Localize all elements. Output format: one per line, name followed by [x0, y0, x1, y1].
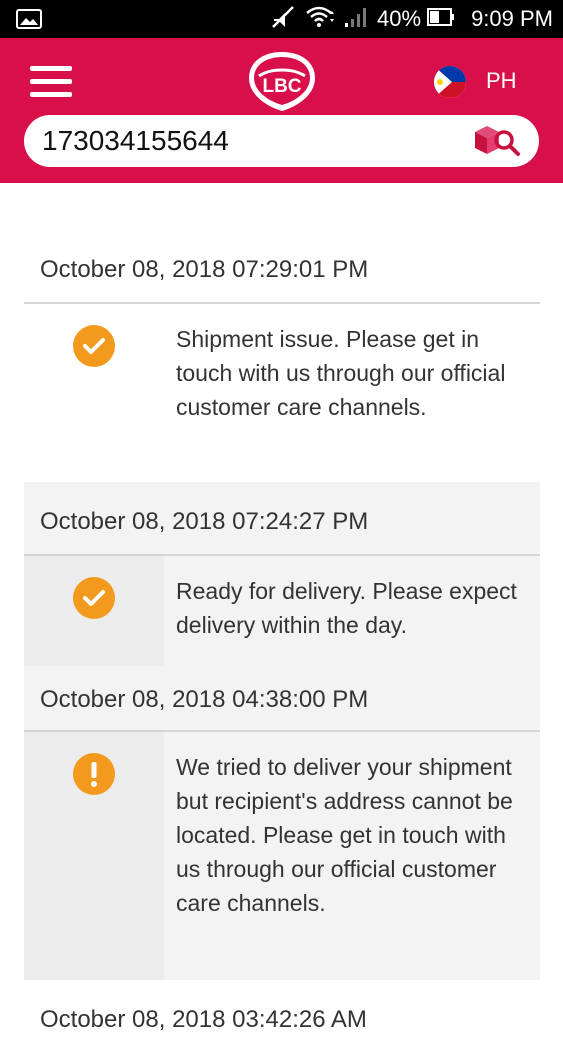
package-search-icon[interactable]	[471, 122, 523, 160]
timeline-entry: We tried to deliver your shipment but re…	[24, 732, 540, 980]
philippines-flag-icon[interactable]	[434, 66, 466, 98]
timeline-timestamp: October 08, 2018 04:38:00 PM	[24, 666, 540, 732]
brand-name: LBC	[262, 76, 301, 97]
signal-icon	[343, 5, 369, 34]
status-bar: 40% 9:09 PM	[0, 0, 563, 38]
wifi-icon	[305, 5, 335, 34]
timeline-timestamp: October 08, 2018 07:24:27 PM	[24, 482, 540, 556]
lbc-logo[interactable]: LBC	[245, 48, 319, 114]
timeline-entry: Shipment issue. Please get in touch with…	[24, 304, 540, 482]
tracking-timeline: October 08, 2018 07:29:01 PM Shipment is…	[24, 230, 540, 1054]
timeline-entry: Ready for delivery. Please expect delive…	[24, 556, 540, 666]
tracking-number-input[interactable]	[42, 121, 462, 161]
mute-icon	[271, 5, 297, 34]
app-header: LBC PH	[0, 38, 563, 183]
check-icon	[73, 577, 115, 619]
check-icon	[73, 325, 115, 367]
timeline-timestamp: October 08, 2018 03:42:26 AM	[40, 1006, 367, 1033]
battery-icon	[427, 7, 455, 32]
timeline-message: We tried to deliver your shipment but re…	[164, 732, 540, 980]
tracking-search-box	[24, 115, 539, 167]
hamburger-menu-icon[interactable]	[30, 66, 72, 100]
timeline-message: Ready for delivery. Please expect delive…	[164, 556, 540, 666]
country-code[interactable]: PH	[486, 68, 517, 94]
battery-percent: 40%	[377, 6, 422, 31]
warning-icon	[73, 753, 115, 795]
gallery-icon	[16, 9, 42, 34]
clock: 9:09 PM	[471, 6, 553, 31]
timeline-message: Shipment issue. Please get in touch with…	[176, 326, 506, 420]
timeline-timestamp: October 08, 2018 07:29:01 PM	[24, 230, 540, 304]
